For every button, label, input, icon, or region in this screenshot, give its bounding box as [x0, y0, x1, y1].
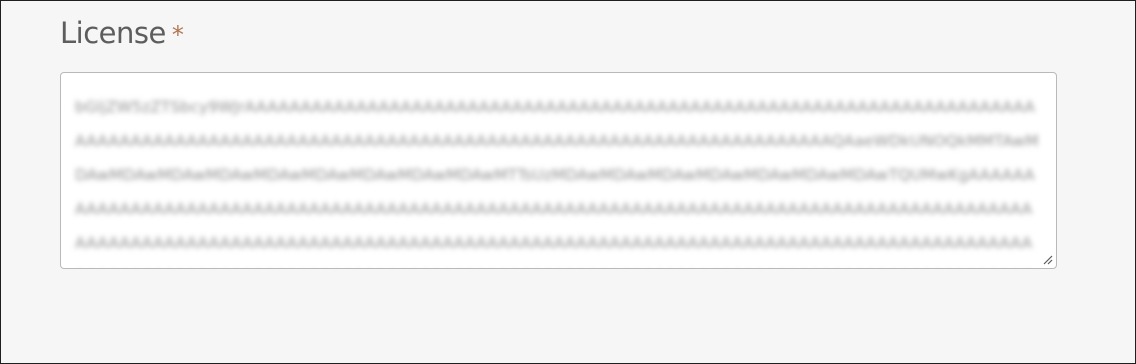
license-textarea[interactable]: bGljZW5zZTSbcy9WJrAAAAAAAAAAAAAAAAAAAAAA…	[60, 72, 1057, 269]
resize-handle-icon[interactable]	[1041, 253, 1053, 265]
required-marker: *	[171, 21, 184, 49]
form-panel: License * bGljZW5zZTSbcy9WJrAAAAAAAAAAAAA…	[0, 0, 1136, 364]
license-label-text: License	[60, 16, 166, 50]
license-key-text: bGljZW5zZTSbcy9WJrAAAAAAAAAAAAAAAAAAAAAA…	[75, 98, 1039, 252]
license-label: License *	[60, 15, 184, 51]
